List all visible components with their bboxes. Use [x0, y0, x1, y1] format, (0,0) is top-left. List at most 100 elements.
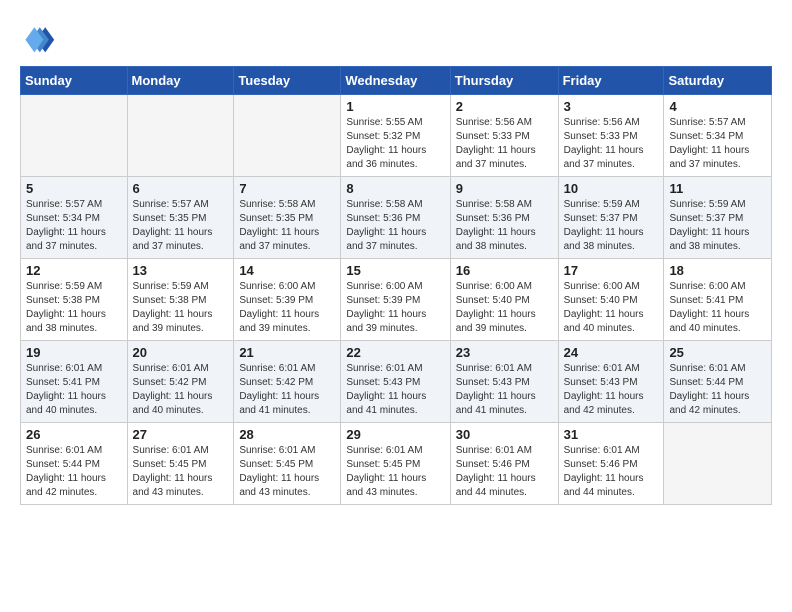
day-info: Sunrise: 5:57 AM Sunset: 5:34 PM Dayligh…	[669, 116, 766, 172]
calendar-cell: 12 Sunrise: 5:59 AM Sunset: 5:38 PM Dayli…	[21, 259, 128, 341]
calendar-cell: 16Sunrise: 6:00 AM Sunset: 5:40 PM Dayli…	[450, 259, 558, 341]
day-number: 1	[346, 99, 444, 114]
calendar-cell: 5 Sunrise: 5:57 AM Sunset: 5:34 PM Daylig…	[21, 177, 128, 259]
day-info: Sunrise: 5:59 AM Sunset: 5:37 PM Dayligh…	[564, 198, 659, 254]
calendar-cell: 9 Sunrise: 5:58 AM Sunset: 5:36 PM Daylig…	[450, 177, 558, 259]
day-info: Sunrise: 5:59 AM Sunset: 5:38 PM Dayligh…	[133, 280, 229, 336]
day-info: Sunrise: 5:56 AM Sunset: 5:33 PM Dayligh…	[564, 116, 659, 172]
day-number: 14	[239, 263, 335, 278]
day-number: 31	[564, 427, 659, 442]
calendar-cell: 31 Sunrise: 6:01 AM Sunset: 5:46 PM Dayli…	[558, 423, 664, 505]
calendar-header-row: SundayMondayTuesdayWednesdayThursdayFrid…	[21, 67, 772, 95]
weekday-header: Saturday	[664, 67, 772, 95]
weekday-header: Tuesday	[234, 67, 341, 95]
day-info: Sunrise: 6:01 AM Sunset: 5:45 PM Dayligh…	[346, 444, 444, 500]
logo	[20, 20, 58, 56]
calendar-cell: 17Sunrise: 6:00 AM Sunset: 5:40 PM Dayli…	[558, 259, 664, 341]
day-info: Sunrise: 5:58 AM Sunset: 5:36 PM Dayligh…	[346, 198, 444, 254]
calendar-cell: 25 Sunrise: 6:01 AM Sunset: 5:44 PM Dayli…	[664, 341, 772, 423]
day-number: 18	[669, 263, 766, 278]
day-info: Sunrise: 6:01 AM Sunset: 5:44 PM Dayligh…	[669, 362, 766, 418]
day-info: Sunrise: 6:01 AM Sunset: 5:43 PM Dayligh…	[346, 362, 444, 418]
calendar-cell	[664, 423, 772, 505]
day-info: Sunrise: 5:59 AM Sunset: 5:38 PM Dayligh…	[26, 280, 122, 336]
calendar-cell: 19 Sunrise: 6:01 AM Sunset: 5:41 PM Dayli…	[21, 341, 128, 423]
calendar-cell: 15 Sunrise: 6:00 AM Sunset: 5:39 PM Dayli…	[341, 259, 450, 341]
calendar-cell	[21, 95, 128, 177]
calendar-week-row: 26 Sunrise: 6:01 AM Sunset: 5:44 PM Dayli…	[21, 423, 772, 505]
day-number: 21	[239, 345, 335, 360]
day-info: Sunrise: 5:58 AM Sunset: 5:36 PM Dayligh…	[456, 198, 553, 254]
calendar-cell	[234, 95, 341, 177]
day-number: 29	[346, 427, 444, 442]
day-number: 22	[346, 345, 444, 360]
day-number: 12	[26, 263, 122, 278]
calendar-cell: 22 Sunrise: 6:01 AM Sunset: 5:43 PM Dayli…	[341, 341, 450, 423]
day-number: 3	[564, 99, 659, 114]
day-number: 26	[26, 427, 122, 442]
day-number: 17	[564, 263, 659, 278]
day-info: Sunrise: 6:01 AM Sunset: 5:42 PM Dayligh…	[133, 362, 229, 418]
day-info: Sunrise: 6:01 AM Sunset: 5:43 PM Dayligh…	[456, 362, 553, 418]
calendar-cell: 4Sunrise: 5:57 AM Sunset: 5:34 PM Daylig…	[664, 95, 772, 177]
day-number: 30	[456, 427, 553, 442]
calendar-cell: 20 Sunrise: 6:01 AM Sunset: 5:42 PM Dayli…	[127, 341, 234, 423]
day-info: Sunrise: 6:01 AM Sunset: 5:45 PM Dayligh…	[133, 444, 229, 500]
calendar-week-row: 1 Sunrise: 5:55 AM Sunset: 5:32 PM Daylig…	[21, 95, 772, 177]
calendar-cell: 11 Sunrise: 5:59 AM Sunset: 5:37 PM Dayli…	[664, 177, 772, 259]
day-number: 6	[133, 181, 229, 196]
logo-icon	[20, 20, 56, 56]
calendar-cell: 29 Sunrise: 6:01 AM Sunset: 5:45 PM Dayli…	[341, 423, 450, 505]
day-number: 10	[564, 181, 659, 196]
weekday-header: Friday	[558, 67, 664, 95]
day-number: 5	[26, 181, 122, 196]
weekday-header: Wednesday	[341, 67, 450, 95]
day-number: 11	[669, 181, 766, 196]
weekday-header: Thursday	[450, 67, 558, 95]
day-number: 27	[133, 427, 229, 442]
day-number: 9	[456, 181, 553, 196]
day-info: Sunrise: 6:01 AM Sunset: 5:42 PM Dayligh…	[239, 362, 335, 418]
day-info: Sunrise: 6:01 AM Sunset: 5:46 PM Dayligh…	[456, 444, 553, 500]
calendar-week-row: 19 Sunrise: 6:01 AM Sunset: 5:41 PM Dayli…	[21, 341, 772, 423]
calendar-cell: 10 Sunrise: 5:59 AM Sunset: 5:37 PM Dayli…	[558, 177, 664, 259]
calendar-week-row: 12 Sunrise: 5:59 AM Sunset: 5:38 PM Dayli…	[21, 259, 772, 341]
header	[20, 16, 772, 56]
weekday-header: Monday	[127, 67, 234, 95]
day-info: Sunrise: 5:55 AM Sunset: 5:32 PM Dayligh…	[346, 116, 444, 172]
day-info: Sunrise: 6:01 AM Sunset: 5:41 PM Dayligh…	[26, 362, 122, 418]
day-info: Sunrise: 6:00 AM Sunset: 5:39 PM Dayligh…	[239, 280, 335, 336]
calendar-cell: 23 Sunrise: 6:01 AM Sunset: 5:43 PM Dayli…	[450, 341, 558, 423]
day-info: Sunrise: 6:00 AM Sunset: 5:39 PM Dayligh…	[346, 280, 444, 336]
day-info: Sunrise: 5:59 AM Sunset: 5:37 PM Dayligh…	[669, 198, 766, 254]
day-number: 15	[346, 263, 444, 278]
day-number: 13	[133, 263, 229, 278]
calendar-table: SundayMondayTuesdayWednesdayThursdayFrid…	[20, 66, 772, 505]
calendar-cell: 3 Sunrise: 5:56 AM Sunset: 5:33 PM Daylig…	[558, 95, 664, 177]
weekday-header: Sunday	[21, 67, 128, 95]
day-number: 8	[346, 181, 444, 196]
calendar-cell	[127, 95, 234, 177]
day-info: Sunrise: 6:01 AM Sunset: 5:45 PM Dayligh…	[239, 444, 335, 500]
day-number: 19	[26, 345, 122, 360]
day-number: 23	[456, 345, 553, 360]
day-info: Sunrise: 6:01 AM Sunset: 5:44 PM Dayligh…	[26, 444, 122, 500]
day-number: 7	[239, 181, 335, 196]
calendar-cell: 30 Sunrise: 6:01 AM Sunset: 5:46 PM Dayli…	[450, 423, 558, 505]
day-info: Sunrise: 6:01 AM Sunset: 5:46 PM Dayligh…	[564, 444, 659, 500]
calendar-cell: 2Sunrise: 5:56 AM Sunset: 5:33 PM Daylig…	[450, 95, 558, 177]
calendar-cell: 7Sunrise: 5:58 AM Sunset: 5:35 PM Daylig…	[234, 177, 341, 259]
calendar-week-row: 5 Sunrise: 5:57 AM Sunset: 5:34 PM Daylig…	[21, 177, 772, 259]
day-number: 25	[669, 345, 766, 360]
day-number: 24	[564, 345, 659, 360]
day-info: Sunrise: 6:01 AM Sunset: 5:43 PM Dayligh…	[564, 362, 659, 418]
day-number: 16	[456, 263, 553, 278]
calendar-cell: 6Sunrise: 5:57 AM Sunset: 5:35 PM Daylig…	[127, 177, 234, 259]
day-info: Sunrise: 5:57 AM Sunset: 5:34 PM Dayligh…	[26, 198, 122, 254]
day-info: Sunrise: 5:56 AM Sunset: 5:33 PM Dayligh…	[456, 116, 553, 172]
calendar-cell: 1 Sunrise: 5:55 AM Sunset: 5:32 PM Daylig…	[341, 95, 450, 177]
page: SundayMondayTuesdayWednesdayThursdayFrid…	[0, 0, 792, 521]
calendar-cell: 21 Sunrise: 6:01 AM Sunset: 5:42 PM Dayli…	[234, 341, 341, 423]
day-number: 20	[133, 345, 229, 360]
calendar-cell: 27 Sunrise: 6:01 AM Sunset: 5:45 PM Dayli…	[127, 423, 234, 505]
